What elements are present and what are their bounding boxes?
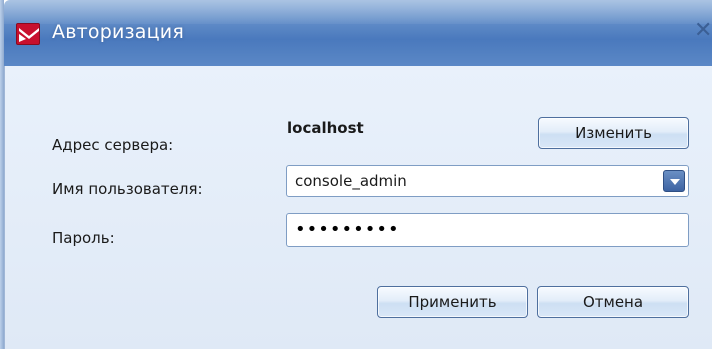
- server-address-value: localhost: [287, 119, 364, 137]
- window-title: Авторизация: [52, 21, 184, 43]
- password-masked-value: •••••••••: [295, 219, 400, 240]
- close-icon[interactable]: ✕: [694, 18, 712, 43]
- apply-button[interactable]: Применить: [377, 286, 528, 318]
- app-logo-icon: [16, 23, 40, 45]
- password-label: Пароль:: [52, 229, 115, 247]
- username-combobox[interactable]: console_admin: [286, 165, 689, 197]
- server-address-label: Адрес сервера:: [52, 136, 174, 154]
- username-label: Имя пользователя:: [52, 180, 203, 198]
- cancel-button[interactable]: Отмена: [537, 286, 689, 318]
- username-value: console_admin: [295, 172, 407, 190]
- dropdown-arrow-icon[interactable]: [663, 170, 685, 192]
- change-server-button[interactable]: Изменить: [538, 117, 689, 149]
- password-field[interactable]: •••••••••: [286, 213, 689, 247]
- authorization-dialog: Авторизация ✕ Адрес сервера: localhost И…: [0, 0, 712, 349]
